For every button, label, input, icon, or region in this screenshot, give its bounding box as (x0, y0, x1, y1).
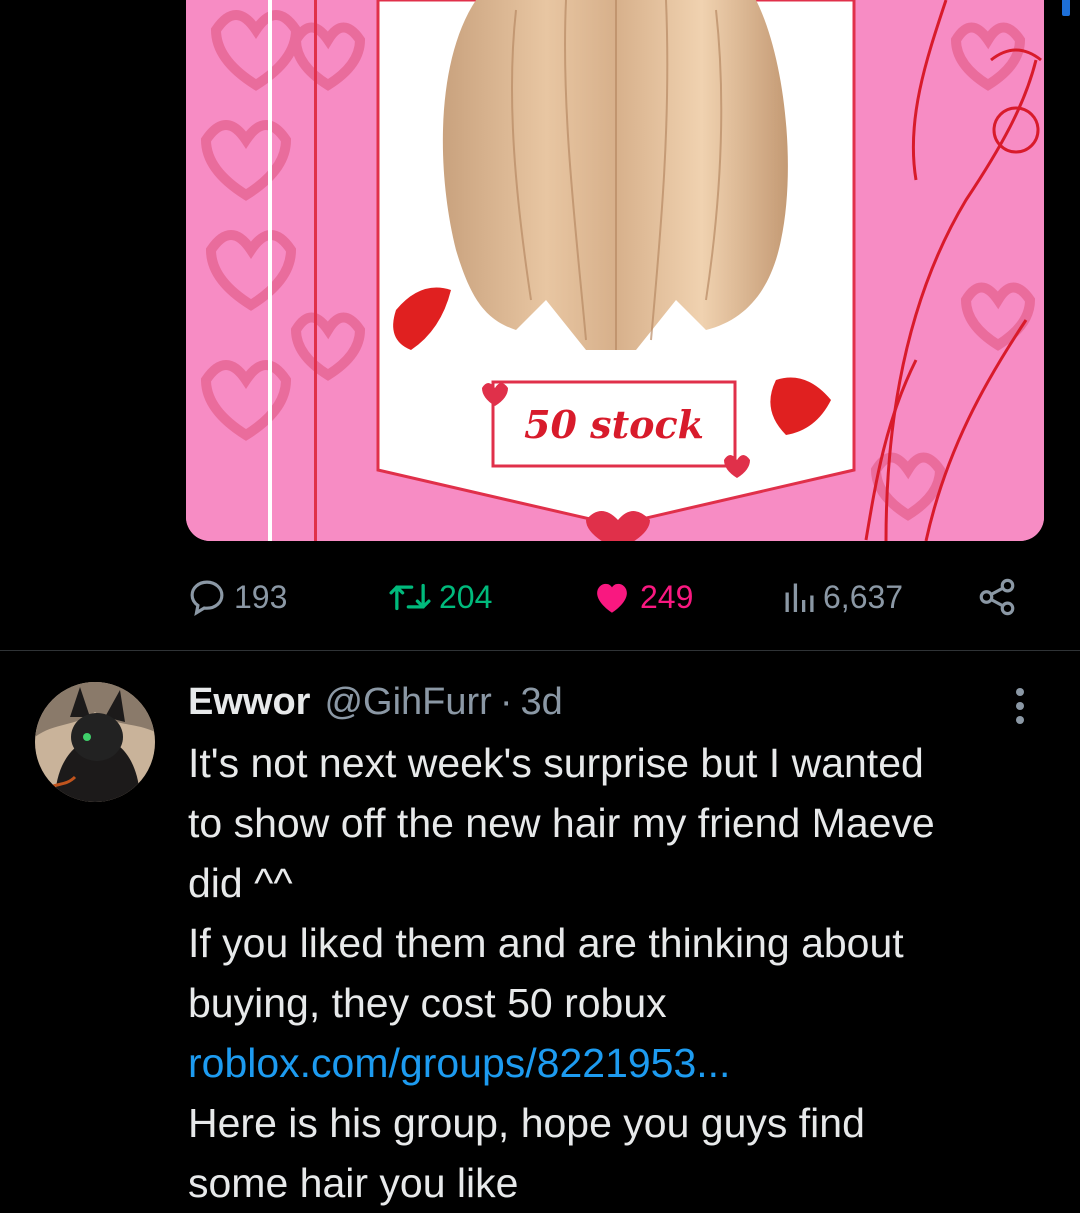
tweet-action-bar: 193 204 249 6,637 (186, 572, 1036, 622)
author-name[interactable]: Ewwor (188, 681, 310, 724)
more-dot-icon (1016, 716, 1024, 724)
views-chart-icon (785, 583, 814, 612)
body-line: buying, they cost 50 robux (188, 980, 667, 1026)
more-options-button[interactable] (1004, 684, 1036, 728)
tweet-divider (0, 650, 1080, 651)
retweet-count: 204 (439, 578, 493, 615)
body-line: If you liked them and are thinking about (188, 920, 904, 966)
retweet-icon (389, 583, 431, 611)
reply-count: 193 (234, 578, 288, 615)
views-count: 6,637 (823, 578, 904, 615)
like-button[interactable]: 249 (590, 572, 693, 622)
body-line: to show off the new hair my friend Maeve (188, 800, 935, 846)
hair-product-artwork: 50 stock (186, 0, 1044, 541)
reply-button[interactable]: 193 (186, 572, 287, 622)
tweet-media-image[interactable]: 50 stock (186, 0, 1044, 541)
body-line: some hair you like (188, 1160, 519, 1206)
reply-body: It's not next week's surprise but I want… (188, 733, 1048, 1213)
body-line: Here is his group, hope you guys find (188, 1100, 865, 1146)
group-link[interactable]: roblox.com/groups/8221953... (188, 1033, 1048, 1093)
body-line: It's not next week's surprise but I want… (188, 740, 924, 786)
share-icon (979, 578, 1015, 616)
like-count: 249 (640, 578, 694, 615)
heart-icon (597, 583, 627, 613)
stock-label: 50 stock (524, 402, 704, 447)
author-handle[interactable]: @GihFurr (324, 681, 491, 724)
retweet-button[interactable]: 204 (387, 572, 492, 622)
views-button[interactable]: 6,637 (781, 572, 903, 622)
reply-header: Ewwor @GihFurr · 3d (188, 676, 563, 728)
body-line: did ^^ (188, 860, 293, 906)
avatar-image (35, 682, 155, 802)
avatar[interactable] (35, 682, 155, 802)
more-dot-icon (1016, 688, 1024, 696)
post-time[interactable]: 3d (521, 681, 563, 724)
reply-icon (190, 580, 224, 616)
more-dot-icon (1016, 702, 1024, 710)
header-separator: · (499, 680, 513, 723)
scrollbar-thumb[interactable] (1062, 0, 1070, 16)
share-button[interactable] (976, 572, 1018, 622)
